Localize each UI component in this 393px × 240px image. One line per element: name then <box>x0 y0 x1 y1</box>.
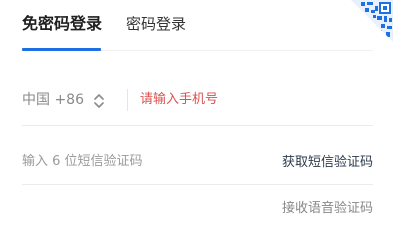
active-tab-indicator <box>22 48 101 51</box>
country-code-separator <box>127 89 128 111</box>
tab-passwordless-login[interactable]: 免密码登录 <box>22 12 102 36</box>
qr-code-icon <box>351 0 393 42</box>
chevron-updown-icon[interactable] <box>93 93 105 109</box>
tab-password-login[interactable]: 密码登录 <box>126 12 186 36</box>
login-panel: 免密码登录 密码登录 中国 +86 请输入手机号 输入 6 位短信验证码 获取短… <box>0 0 393 232</box>
sms-row-divider <box>22 184 373 185</box>
sms-code-input[interactable]: 输入 6 位短信验证码 <box>22 151 143 173</box>
country-code-select[interactable]: 中国 +86 <box>22 89 84 111</box>
get-sms-code-button[interactable]: 获取短信验证码 <box>282 152 373 174</box>
phone-number-input[interactable]: 请输入手机号 <box>140 89 372 111</box>
phone-row-divider <box>22 125 373 126</box>
qr-login-switch[interactable] <box>351 0 393 42</box>
voice-code-link[interactable]: 接收语音验证码 <box>282 198 373 220</box>
